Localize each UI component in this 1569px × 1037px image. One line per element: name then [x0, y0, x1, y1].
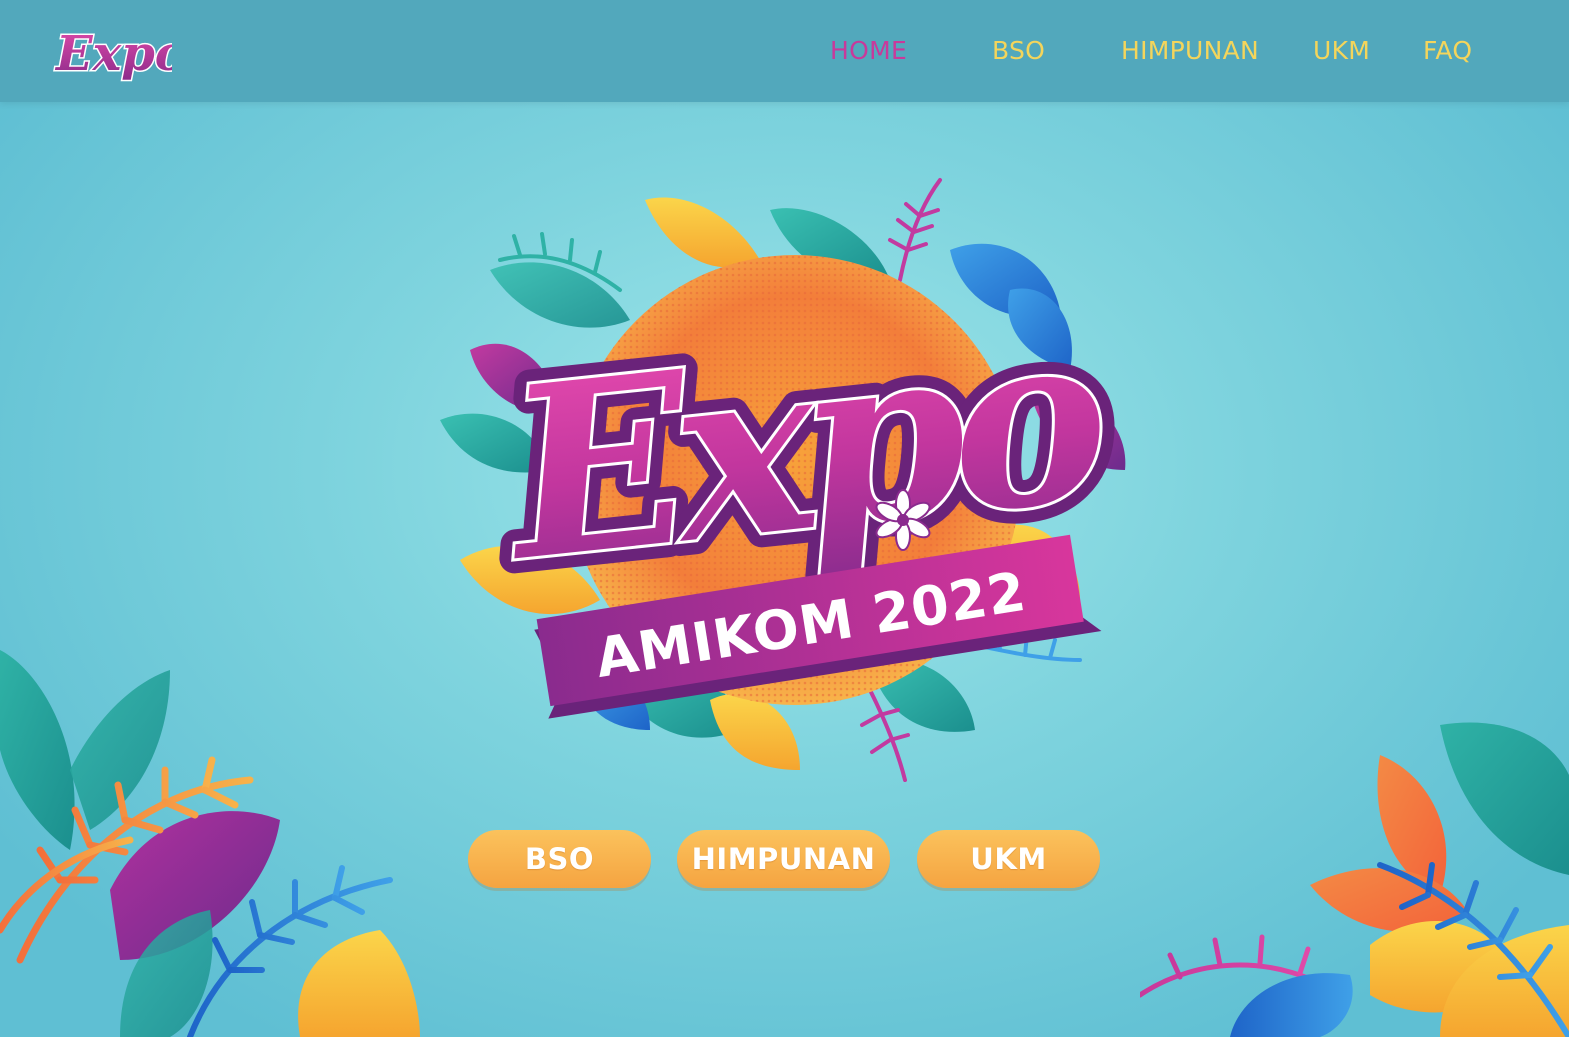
nav-logo-text: Expo: [54, 26, 172, 82]
expo-amikom-hero-logo: Expo Expo AMIKOM 2022: [440, 178, 1129, 782]
tropical-leaves-left-illustration: [0, 650, 420, 1037]
himpunan-button[interactable]: HIMPUNAN: [677, 830, 890, 888]
nav-link-bso[interactable]: BSO: [992, 34, 1045, 68]
nav-link-faq[interactable]: FAQ: [1423, 34, 1472, 68]
ukm-button[interactable]: UKM: [917, 830, 1100, 888]
expo-logo[interactable]: Expo: [50, 14, 173, 86]
nav-link-ukm[interactable]: UKM: [1313, 34, 1370, 68]
bso-button[interactable]: BSO: [468, 830, 651, 888]
nav-link-himpunan[interactable]: HIMPUNAN: [1121, 34, 1259, 68]
top-navbar: Expo HOME BSO HIMPUNAN UKM FAQ: [0, 0, 1569, 102]
tropical-leaves-right-illustration: [1140, 722, 1569, 1037]
nav-link-home[interactable]: HOME: [830, 34, 907, 68]
